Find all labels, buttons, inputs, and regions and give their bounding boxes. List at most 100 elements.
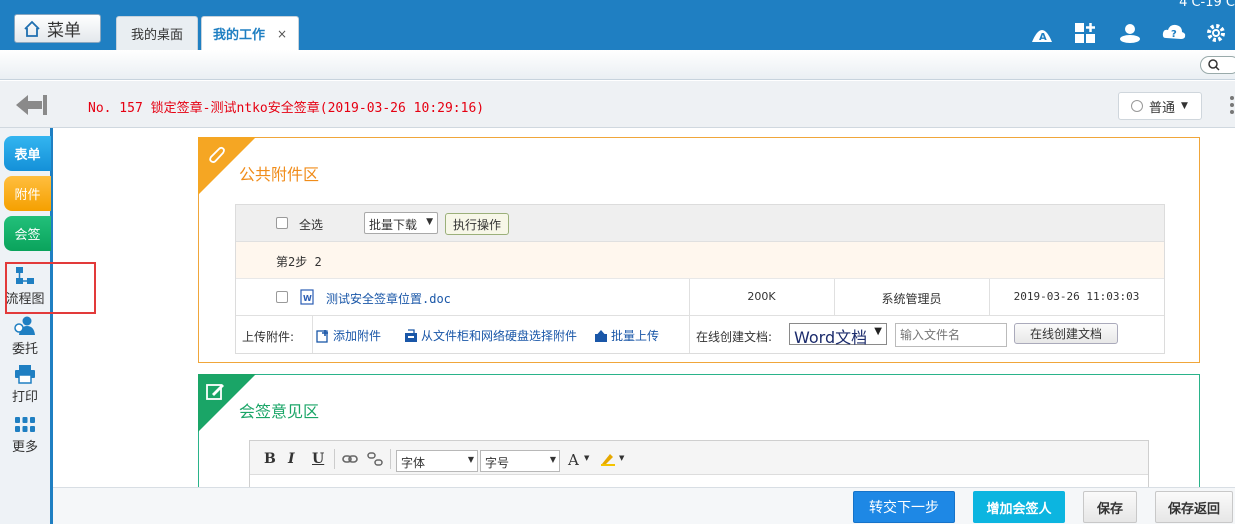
tab-label: 我的桌面 (130, 28, 183, 43)
font-family-value: 字体 (401, 456, 426, 470)
add-attachment-label: 添加附件 (333, 329, 382, 343)
upload-label: 上传附件: (242, 330, 295, 344)
side-item-label: 更多 (11, 440, 38, 455)
font-color-button[interactable]: A (568, 451, 579, 469)
search-input[interactable] (1200, 56, 1235, 74)
cabinet-icon (405, 328, 417, 342)
add-signer-button[interactable]: 增加会签人 (973, 491, 1065, 523)
add-file-icon (316, 329, 328, 343)
add-module-icon[interactable] (1074, 22, 1098, 44)
paperclip-icon (209, 146, 225, 163)
top-header: 菜单 我的桌面 我的工作 × 4 C-19 C A ? (0, 0, 1235, 50)
side-nav: 表单 附件 会签 流程图 委托 打印 更多 (0, 128, 53, 524)
doc-name-input[interactable] (895, 323, 1007, 347)
chevron-down-icon: ▼ (467, 455, 474, 464)
svg-text:A: A (1039, 32, 1047, 43)
settings-icon[interactable] (1205, 22, 1229, 44)
add-attachment-link[interactable]: 添加附件 (316, 327, 381, 344)
side-tab-attachments[interactable]: 附件 (4, 176, 51, 211)
search-icon (1208, 59, 1220, 71)
create-doc-button[interactable]: 在线创建文档 (1014, 323, 1118, 344)
doc-type-select[interactable]: Word文档 ▼ (789, 323, 887, 347)
title-bar: No. 157 锁定签章-测试ntko安全签章(2019-03-26 10:29… (0, 81, 1235, 128)
file-name-link[interactable]: 测试安全签章位置.doc (326, 290, 451, 307)
highlight-box (5, 262, 96, 314)
view-mode-dropdown[interactable]: 普通 ▼ (1118, 92, 1202, 120)
side-tab-form[interactable]: 表单 (4, 136, 51, 171)
view-mode-label: 普通 (1149, 100, 1176, 116)
highlight-color-icon[interactable] (600, 452, 616, 466)
font-size-value: 字号 (485, 456, 510, 470)
step-row: 第2步 2 (236, 242, 1164, 279)
help-icon[interactable]: ? (1162, 22, 1186, 44)
next-step-button[interactable]: 转交下一步 (853, 491, 955, 523)
side-item-more[interactable]: 更多 (0, 416, 50, 455)
file-checkbox[interactable] (276, 291, 288, 303)
word-file-icon: W (300, 289, 314, 305)
file-uploader: 系统管理员 (881, 292, 942, 306)
tab-my-desktop[interactable]: 我的桌面 (116, 16, 198, 50)
side-item-delegate[interactable]: 委托 (0, 316, 50, 357)
side-item-label: 委托 (11, 342, 38, 357)
execute-button[interactable]: 执行操作 (445, 213, 509, 235)
panel-title: 会签意见区 (239, 402, 320, 421)
select-from-cabinet-label: 从文件柜和网络硬盘选择附件 (421, 329, 578, 343)
svg-text:W: W (303, 294, 312, 303)
tab-label: 我的工作 (212, 28, 265, 43)
underline-button[interactable]: U (312, 451, 324, 467)
cell-divider (689, 316, 690, 353)
list-icon (1131, 100, 1143, 112)
panel-title: 公共附件区 (239, 165, 320, 184)
link-icon[interactable] (342, 453, 358, 465)
more-grid-icon (15, 417, 35, 432)
file-size: 200K (747, 290, 776, 303)
svg-text:?: ? (1171, 29, 1177, 40)
save-button[interactable]: 保存 (1083, 491, 1137, 523)
back-arrow-icon[interactable] (14, 93, 48, 117)
user-online-icon[interactable] (1118, 22, 1142, 44)
close-icon[interactable]: × (277, 27, 287, 41)
menu-button[interactable]: 菜单 (14, 14, 101, 43)
tab-my-work[interactable]: 我的工作 × (201, 16, 299, 50)
home-icon (24, 20, 40, 37)
side-tab-countersign[interactable]: 会签 (4, 216, 51, 251)
delegate-icon (14, 316, 35, 335)
save-and-return-button[interactable]: 保存返回 (1155, 491, 1233, 523)
side-item-print[interactable]: 打印 (0, 364, 50, 405)
select-from-cabinet-link[interactable]: 从文件柜和网络硬盘选择附件 (404, 327, 577, 344)
sub-header (0, 50, 1235, 80)
online-create-label: 在线创建文档: (696, 330, 773, 344)
toolbar-divider (390, 449, 391, 469)
select-all-checkbox[interactable] (276, 217, 288, 229)
bold-button[interactable]: B (264, 451, 276, 467)
action-bar: 转交下一步 增加会签人 保存 保存返回 (53, 487, 1235, 524)
batch-action-value: 批量下载 (369, 218, 418, 232)
side-item-label: 打印 (11, 390, 38, 405)
italic-button[interactable]: I (288, 451, 295, 467)
toolbar-divider (334, 449, 335, 469)
editor-toolbar: B I U 字体 ▼ 字号 ▼ A ▼ ▼ (250, 441, 1148, 475)
step-label: 第2步 2 (276, 255, 322, 269)
table-header: 全选 批量下载 ▼ 执行操作 (236, 205, 1164, 242)
chevron-down-icon: ▼ (874, 326, 882, 337)
unlink-icon[interactable] (367, 452, 383, 466)
edit-icon (206, 384, 224, 400)
chevron-down-icon: ▼ (584, 454, 590, 462)
chevron-down-icon: ▼ (549, 455, 556, 464)
cell-divider (312, 316, 313, 353)
upload-icon (595, 329, 607, 342)
menu-label: 菜单 (47, 21, 81, 41)
clock-text: 4 C-19 C (1179, 0, 1235, 10)
vertical-dots-icon[interactable] (1229, 95, 1235, 115)
font-size-select[interactable]: 字号 ▼ (480, 450, 560, 472)
chevron-down-icon: ▼ (619, 454, 625, 462)
chevron-down-icon: ▼ (1181, 101, 1188, 111)
batch-upload-link[interactable]: 批量上传 (594, 327, 659, 344)
page-title: No. 157 锁定签章-测试ntko安全签章(2019-03-26 10:29… (88, 101, 485, 116)
file-date: 2019-03-26 11:03:03 (1013, 290, 1140, 303)
font-family-select[interactable]: 字体 ▼ (396, 450, 478, 472)
attachment-table: 全选 批量下载 ▼ 执行操作 第2步 2 W 测试安全签章位置.doc 200K… (235, 204, 1165, 354)
app-center-icon[interactable]: A (1030, 22, 1054, 44)
batch-action-select[interactable]: 批量下载 ▼ (364, 212, 438, 234)
chevron-down-icon: ▼ (426, 217, 433, 227)
